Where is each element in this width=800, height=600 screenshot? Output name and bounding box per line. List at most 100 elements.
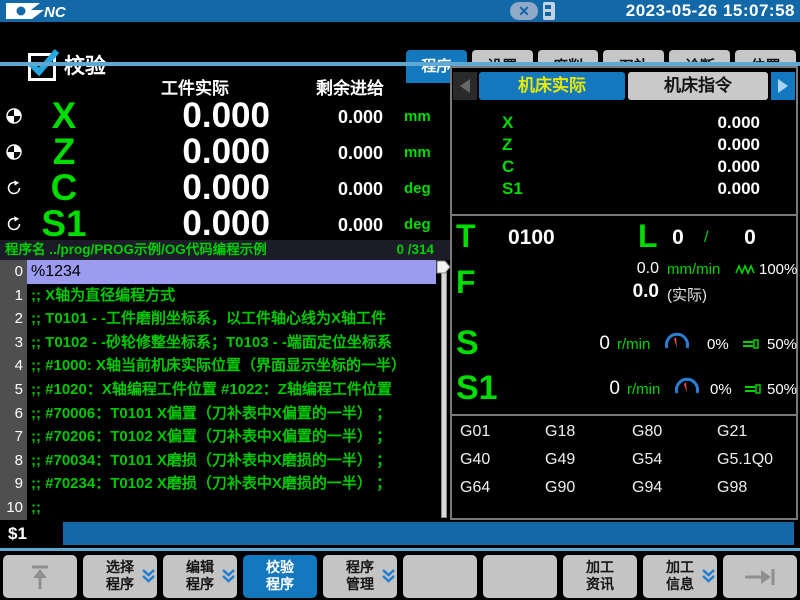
program-listing: 0%1234 1;; X轴为直径编程方式 2;; T0101 - -工件磨削坐标…	[0, 260, 450, 520]
storage-icon	[543, 2, 555, 20]
scrollbar-track[interactable]	[441, 272, 447, 518]
title-bar: 校验 程序 设置 磨削 刀补 诊断 位置	[0, 22, 800, 62]
machine-axis-row: Z 0.000	[452, 134, 796, 156]
axis-value: 0.000	[612, 112, 760, 134]
gcode: G01	[460, 420, 540, 444]
machine-axis-row: X 0.000	[452, 112, 796, 134]
axis-actual-value: 0.000	[100, 134, 270, 170]
axis-row-z: Z 0.000 0.000 mm	[0, 134, 450, 170]
axis-name: C	[502, 156, 514, 178]
axis-unit: deg	[404, 206, 431, 244]
code-line[interactable]: 2;; T0101 - -工件磨削坐标系，以工件轴心线为X轴工件	[0, 307, 436, 331]
command-prompt: $1	[8, 524, 27, 544]
command-input[interactable]	[63, 522, 794, 545]
code-line[interactable]: 5;; #1020：X轴编程工件位置 #1022：Z轴编程工件位置	[0, 378, 436, 402]
chevron-double-down-icon	[142, 568, 155, 584]
softkey-program-manage[interactable]: 程序管理	[323, 555, 397, 598]
tool-label: T	[456, 218, 476, 254]
code-line[interactable]: 0%1234	[0, 260, 436, 284]
length-current: 0	[666, 226, 690, 250]
divider	[452, 414, 796, 416]
scrollbar[interactable]	[436, 260, 450, 520]
softkey-top-button[interactable]	[3, 555, 77, 598]
close-icon[interactable]: ✕	[510, 2, 538, 20]
top-status-bar: NC ✕ 2023-05-26 15:07:58	[0, 0, 800, 22]
code-line[interactable]: 7;; #70206：T0102 X偏置（刀补表中X偏置的一半） ；	[0, 425, 436, 449]
scrollbar-thumb-flag[interactable]	[436, 260, 451, 274]
feed-override-icon	[735, 264, 757, 275]
feed-actual: 0.0	[582, 281, 659, 303]
up-icon	[27, 563, 53, 591]
axis-actual-value: 0.000	[100, 98, 270, 134]
axis-value: 0.000	[612, 156, 760, 178]
axis-unit: mm	[404, 134, 431, 172]
axis-remaining-value: 0.000	[293, 170, 383, 208]
machine-panel: 机床实际 机床指令 X 0.000 Z 0.000 C 0.000 S1 0.0…	[450, 66, 798, 520]
axis-value: 0.000	[612, 134, 760, 156]
code-line[interactable]: 1;; X轴为直径编程方式	[0, 284, 436, 308]
tool-value: 0100	[508, 226, 555, 250]
next-tab-button[interactable]	[771, 72, 795, 100]
right-arrow-icon	[776, 78, 790, 94]
gcode: G64	[460, 476, 540, 500]
softkey-edit-program[interactable]: 编辑程序	[163, 555, 237, 598]
code-line[interactable]: 6;; #70006：T0101 X偏置（刀补表中X偏置的一半） ；	[0, 402, 436, 426]
softkey-empty[interactable]	[483, 555, 557, 598]
axis-remaining-value: 0.000	[293, 134, 383, 172]
prev-tab-button[interactable]	[453, 72, 477, 100]
softkey-empty[interactable]	[403, 555, 477, 598]
code-line[interactable]: 10;;	[0, 496, 436, 520]
length-label: L	[638, 218, 658, 254]
datum-icon	[6, 144, 22, 160]
feed-actual-label: (实际)	[667, 284, 707, 305]
spindle-unit: r/min	[627, 381, 660, 398]
code-line[interactable]: 3;; T0102 - -砂轮修整坐标系；T0103 - -端面定位坐标系	[0, 331, 436, 355]
axis-unit: mm	[404, 98, 431, 136]
next-icon	[743, 565, 777, 589]
code-line[interactable]: 4;; #1000: X轴当前机床实际位置（界面显示坐标的一半）	[0, 354, 436, 378]
softkey-verify-program[interactable]: 校验程序	[243, 555, 317, 598]
gcode: G98	[717, 476, 797, 500]
tab-machine-actual[interactable]: 机床实际	[479, 72, 625, 100]
gcode: G5.1Q0	[717, 448, 797, 472]
feed-unit: mm/min	[667, 261, 720, 278]
rotate-icon	[6, 216, 22, 232]
gcode: G54	[632, 448, 712, 472]
code-line[interactable]: 8;; #70034：T0101 X磨损（刀补表中X磨损的一半） ；	[0, 449, 436, 473]
brand-logo: NC	[4, 1, 104, 21]
cnc-screen: NC ✕ 2023-05-26 15:07:58 校验 程序 设置 磨削 刀补 …	[0, 0, 800, 600]
feed-command: 0.0	[582, 260, 659, 278]
separator-line	[0, 548, 800, 551]
rotate-icon	[6, 180, 22, 196]
softkey-machining-info[interactable]: 加工信息	[643, 555, 717, 598]
axis-remaining-value: 0.000	[293, 98, 383, 136]
softkey-machining-data[interactable]: 加工资讯	[563, 555, 637, 598]
gcode: G21	[717, 420, 797, 444]
datum-icon	[6, 108, 22, 124]
machine-axis-row: S1 0.000	[452, 178, 796, 200]
gcode: G40	[460, 448, 540, 472]
axis-value: 0.000	[612, 178, 760, 200]
softkey-select-program[interactable]: 选择程序	[83, 555, 157, 598]
spindle-load-icon	[742, 338, 762, 350]
length-separator: /	[704, 229, 708, 247]
axis-name: Z	[28, 134, 100, 170]
gcode: G94	[632, 476, 712, 500]
spindle-override: 50%	[767, 381, 797, 398]
axis-actual-value: 0.000	[100, 170, 270, 206]
axis-name: C	[28, 170, 100, 206]
tab-machine-command[interactable]: 机床指令	[628, 72, 768, 100]
program-line-counter: 0 /314	[396, 240, 434, 260]
spindle-speed: 0	[552, 333, 610, 355]
softkey-next-page[interactable]	[723, 555, 797, 598]
axis-name: X	[502, 112, 513, 134]
length-total: 0	[738, 226, 762, 250]
axis-actual-value: 0.000	[100, 206, 270, 242]
axis-unit: deg	[404, 170, 431, 208]
datetime: 2023-05-26 15:07:58	[626, 0, 795, 22]
code-line[interactable]: 9;; #70234：T0102 X磨损（刀补表中X磨损的一半） ；	[0, 472, 436, 496]
gcode: G49	[545, 448, 625, 472]
axis-row-c: C 0.000 0.000 deg	[0, 170, 450, 206]
spindle-override: 50%	[767, 336, 797, 353]
col-header-actual: 工件实际	[120, 74, 270, 96]
